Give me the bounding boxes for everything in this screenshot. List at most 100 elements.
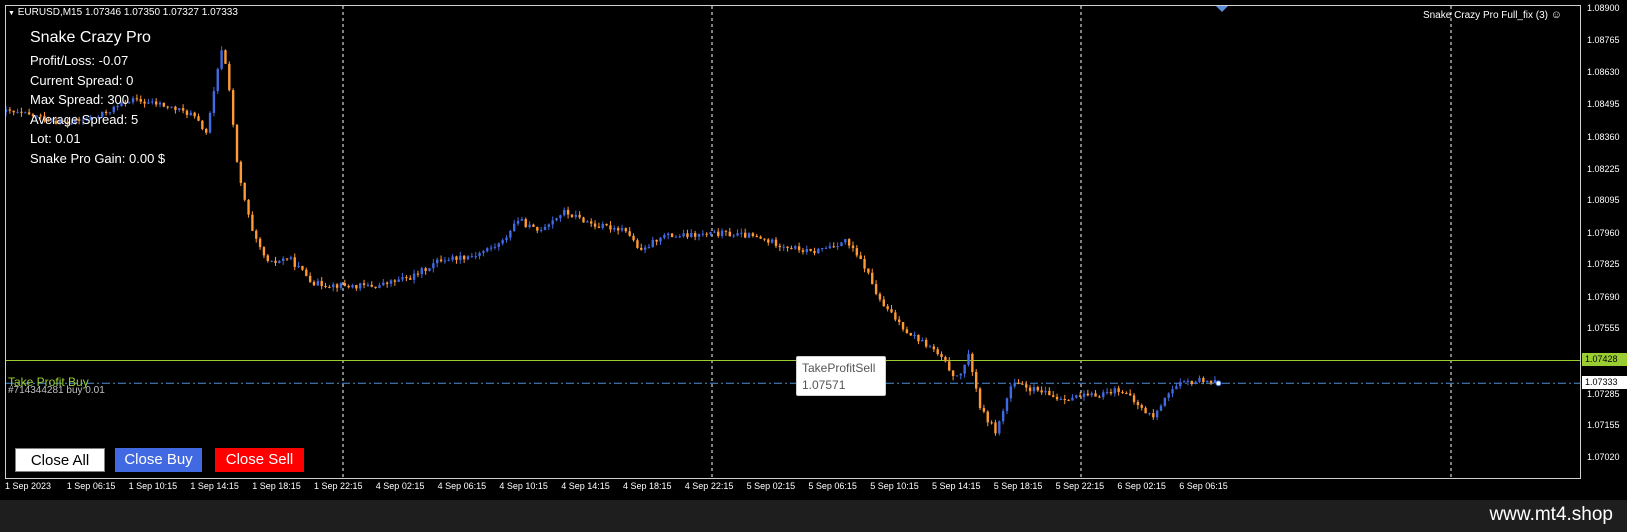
- candle-bear: [1078, 395, 1082, 397]
- take-profit-price-tag: 1.07428: [1582, 353, 1627, 366]
- candle-bear: [759, 236, 762, 239]
- candle-bull: [747, 233, 751, 238]
- candle-bull: [921, 340, 924, 342]
- symbol-header: ▼ EURUSD,M15 1.07346 1.07350 1.07327 1.0…: [8, 7, 238, 18]
- candle-bull: [212, 91, 216, 113]
- candle-bear: [1144, 407, 1147, 414]
- candle-bull: [1105, 391, 1109, 393]
- candle-bull: [1059, 399, 1063, 401]
- candle-bull: [543, 226, 547, 231]
- candle-bear: [312, 281, 316, 286]
- candle-bear: [324, 286, 327, 288]
- candle-bull: [189, 112, 192, 115]
- time-tick-label: 1 Sep 2023: [5, 481, 52, 491]
- candle-bull: [959, 373, 962, 376]
- candle-bear: [193, 112, 196, 117]
- candle-bull: [1155, 410, 1159, 418]
- candle-bear: [944, 356, 947, 362]
- time-tick-label: 6 Sep 02:15: [1117, 481, 1166, 491]
- candle-bull: [732, 235, 735, 237]
- candle-bear: [362, 283, 366, 285]
- candle-bull: [339, 283, 343, 288]
- candle-bear: [20, 111, 23, 113]
- candle-bear: [1094, 393, 1097, 397]
- candle-bear: [932, 346, 936, 350]
- time-tick-label: 1 Sep 22:15: [314, 481, 363, 491]
- smiley-icon[interactable]: ☺: [1551, 9, 1562, 21]
- candle-bear: [924, 340, 928, 347]
- candle-bull: [451, 256, 454, 260]
- candle-bull: [520, 219, 524, 221]
- candle-bull: [178, 108, 181, 110]
- candle-bear: [532, 224, 535, 227]
- price-tick-label: 1.08630: [1587, 67, 1620, 77]
- candle-bear: [8, 109, 12, 111]
- candle-bull: [828, 246, 832, 248]
- candle-bear: [951, 370, 955, 377]
- candle-bull: [297, 265, 300, 267]
- candle-bull: [459, 255, 462, 260]
- candle-bull: [955, 375, 959, 377]
- candle-bull: [332, 284, 335, 288]
- candle-bear: [878, 293, 882, 300]
- candle-bull: [1159, 405, 1163, 411]
- candle-bull: [436, 259, 439, 264]
- candle-bull: [131, 98, 135, 103]
- candle-bear: [744, 232, 747, 238]
- time-tick-label: 4 Sep 10:15: [499, 481, 548, 491]
- candle-bull: [513, 223, 516, 231]
- candle-bear: [874, 284, 878, 294]
- candle-bear: [1021, 383, 1024, 385]
- candle-bear: [1036, 387, 1039, 391]
- close-buy-button[interactable]: Close Buy: [115, 448, 202, 472]
- candle-bear: [1063, 399, 1066, 401]
- candle-bull: [289, 257, 293, 259]
- candle-bull: [1113, 388, 1116, 394]
- candle-bull: [574, 214, 577, 217]
- brand-watermark: www.mt4.shop: [1489, 504, 1613, 525]
- price-tick-label: 1.08900: [1587, 3, 1620, 13]
- close-all-button[interactable]: Close All: [15, 448, 105, 472]
- candle-bear: [1086, 393, 1090, 396]
- candle-bear: [894, 312, 897, 320]
- candle-bull: [998, 421, 1001, 434]
- candle-bear: [370, 284, 373, 287]
- candle-bear: [616, 228, 620, 231]
- candle-bull: [770, 239, 774, 243]
- candle-bear: [231, 90, 235, 125]
- candle-bull: [547, 224, 551, 227]
- candle-bear: [205, 129, 208, 133]
- candle-bear: [335, 284, 339, 288]
- candle-bull: [1013, 382, 1016, 387]
- candle-bull: [563, 209, 566, 216]
- time-tick-label: 5 Sep 02:15: [746, 481, 796, 491]
- candle-bull: [601, 223, 604, 228]
- candle-bull: [697, 233, 701, 237]
- indicator-name: Snake Crazy Pro Full_fix (3): [1422, 10, 1548, 21]
- close-sell-button[interactable]: Close Sell: [215, 448, 304, 472]
- candle-bull: [489, 247, 493, 249]
- candle-bear: [751, 233, 755, 237]
- price-tick-label: 1.07555: [1587, 323, 1620, 333]
- candle-bear: [1121, 391, 1124, 394]
- chart-shift-marker[interactable]: [1216, 6, 1228, 12]
- candle-bull: [963, 364, 966, 374]
- candle-bear: [705, 233, 708, 235]
- candle-bear: [1209, 380, 1213, 384]
- candle-bear: [462, 255, 466, 260]
- candle-bull: [509, 230, 512, 238]
- candle-bear: [228, 63, 231, 91]
- candle-bear: [274, 260, 277, 263]
- candle-bear: [801, 250, 805, 252]
- candle-bear: [901, 322, 905, 330]
- menu-triangle-icon[interactable]: ▼: [8, 10, 15, 17]
- order-label: #714344281 buy 0.01: [8, 385, 105, 396]
- candle-bear: [790, 248, 793, 250]
- candle-bear: [851, 245, 855, 249]
- candle-bull: [505, 237, 508, 241]
- candle-bear: [1140, 405, 1143, 408]
- candle-bear: [763, 238, 766, 240]
- tooltip-name: TakeProfitSell: [802, 361, 876, 375]
- chart-plot-area[interactable]: [5, 5, 1581, 479]
- candle-bull: [1102, 392, 1105, 398]
